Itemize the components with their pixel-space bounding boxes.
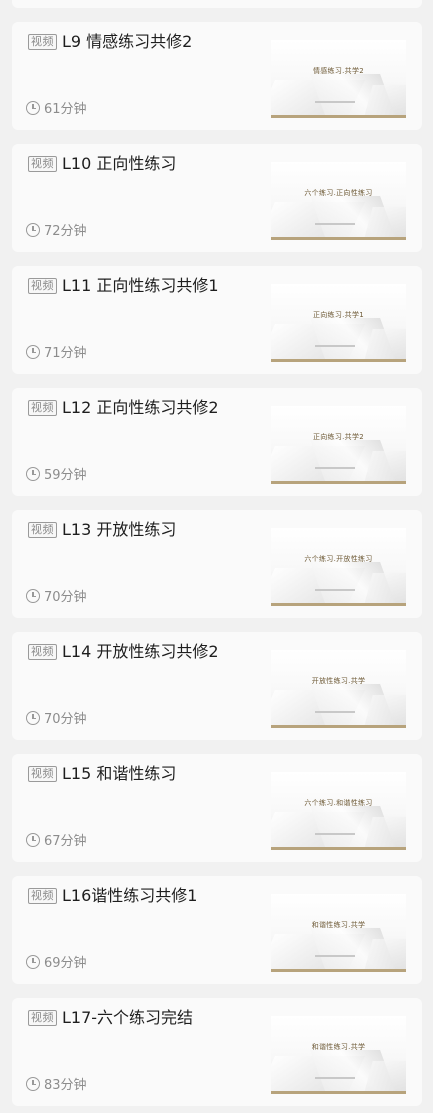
thumbnail-subline — [315, 101, 355, 103]
thumbnail-subline — [315, 223, 355, 225]
lesson-title: L11 正向性练习共修1 — [62, 276, 219, 295]
thumbnail-title: 情感练习.共学2 — [312, 67, 365, 75]
lesson-thumbnail[interactable]: 开放性练习.共学 — [271, 650, 406, 728]
thumbnail-title: 六个练习.和谐性练习 — [304, 799, 373, 807]
clock-icon — [26, 710, 40, 725]
lesson-title: L9 情感练习共修2 — [62, 32, 193, 51]
lesson-thumbnail[interactable]: 六个练习.和谐性练习 — [271, 772, 406, 850]
duration-text: 69分钟 — [44, 956, 87, 971]
thumbnail-title: 和谐性练习.共学 — [311, 1043, 366, 1051]
lesson-card[interactable]: 视频 L14 开放性练习共修2 70分钟 开放性练习.共学 — [12, 632, 422, 740]
clock-icon — [26, 1076, 40, 1091]
video-badge: 视频 — [28, 1010, 57, 1026]
duration-text: 61分钟 — [44, 102, 87, 117]
lesson-duration: 70分钟 — [26, 586, 87, 605]
lesson-duration: 67分钟 — [26, 830, 87, 849]
lesson-thumbnail[interactable]: 和谐性练习.共学 — [271, 1016, 406, 1094]
duration-text: 83分钟 — [44, 1078, 87, 1093]
lesson-duration: 72分钟 — [26, 220, 87, 239]
video-badge: 视频 — [28, 34, 57, 50]
thumbnail-title: 和谐性练习.共学 — [311, 921, 366, 929]
thumbnail-title: 开放性练习.共学 — [311, 677, 366, 685]
lesson-card[interactable]: 视频 L9 情感练习共修2 61分钟 情感练习.共学2 — [12, 22, 422, 130]
lesson-card[interactable]: 视频 L13 开放性练习 70分钟 六个练习.开放性练习 — [12, 510, 422, 618]
lesson-card[interactable]: 视频 L15 和谐性练习 67分钟 六个练习.和谐性练习 — [12, 754, 422, 862]
clock-icon — [26, 100, 40, 115]
clock-icon — [26, 832, 40, 847]
clock-icon — [26, 344, 40, 359]
previous-lesson-card[interactable] — [12, 0, 422, 8]
lesson-card[interactable]: 视频 L17-六个练习完结 83分钟 和谐性练习.共学 — [12, 998, 422, 1106]
lesson-thumbnail[interactable]: 正向练习.共学2 — [271, 406, 406, 484]
duration-text: 70分钟 — [44, 590, 87, 605]
duration-text: 72分钟 — [44, 224, 87, 239]
lesson-title: L17-六个练习完结 — [62, 1008, 194, 1027]
lesson-duration: 83分钟 — [26, 1074, 87, 1093]
lesson-duration: 61分钟 — [26, 98, 87, 117]
video-badge: 视频 — [28, 644, 57, 660]
video-badge: 视频 — [28, 766, 57, 782]
thumbnail-subline — [315, 833, 355, 835]
thumbnail-title: 正向练习.共学1 — [312, 311, 365, 319]
lesson-card[interactable]: 视频 L11 正向性练习共修1 71分钟 正向练习.共学1 — [12, 266, 422, 374]
lesson-card[interactable]: 视频 L10 正向性练习 72分钟 六个练习.正向性练习 — [12, 144, 422, 252]
lesson-thumbnail[interactable]: 正向练习.共学1 — [271, 284, 406, 362]
lesson-card[interactable]: 视频 L16谐性练习共修1 69分钟 和谐性练习.共学 — [12, 876, 422, 984]
thumbnail-title: 六个练习.开放性练习 — [304, 555, 373, 563]
clock-icon — [26, 588, 40, 603]
lesson-title: L15 和谐性练习 — [62, 764, 177, 783]
lesson-thumbnail[interactable]: 和谐性练习.共学 — [271, 894, 406, 972]
clock-icon — [26, 954, 40, 969]
video-badge: 视频 — [28, 400, 57, 416]
duration-text: 59分钟 — [44, 468, 87, 483]
thumbnail-title: 正向练习.共学2 — [312, 433, 365, 441]
duration-text: 67分钟 — [44, 834, 87, 849]
lesson-thumbnail[interactable]: 六个练习.开放性练习 — [271, 528, 406, 606]
lesson-duration: 59分钟 — [26, 464, 87, 483]
thumbnail-title: 六个练习.正向性练习 — [304, 189, 373, 197]
lesson-title: L16谐性练习共修1 — [62, 886, 198, 905]
thumbnail-subline — [315, 711, 355, 713]
lesson-title: L10 正向性练习 — [62, 154, 177, 173]
video-badge: 视频 — [28, 156, 57, 172]
lesson-thumbnail[interactable]: 六个练习.正向性练习 — [271, 162, 406, 240]
lesson-card[interactable]: 视频 L12 正向性练习共修2 59分钟 正向练习.共学2 — [12, 388, 422, 496]
thumbnail-subline — [315, 1077, 355, 1079]
thumbnail-subline — [315, 589, 355, 591]
lesson-title: L12 正向性练习共修2 — [62, 398, 219, 417]
video-badge: 视频 — [28, 522, 57, 538]
lesson-list-page: 视频 L9 情感练习共修2 61分钟 情感练习.共学2 视频 L10 正向性练习… — [0, 0, 433, 1113]
lesson-title: L14 开放性练习共修2 — [62, 642, 219, 661]
lesson-title: L13 开放性练习 — [62, 520, 177, 539]
lesson-duration: 69分钟 — [26, 952, 87, 971]
video-badge: 视频 — [28, 278, 57, 294]
duration-text: 70分钟 — [44, 712, 87, 727]
clock-icon — [26, 222, 40, 237]
thumbnail-subline — [315, 955, 355, 957]
thumbnail-subline — [315, 345, 355, 347]
thumbnail-subline — [315, 467, 355, 469]
duration-text: 71分钟 — [44, 346, 87, 361]
lesson-duration: 71分钟 — [26, 342, 87, 361]
lesson-thumbnail[interactable]: 情感练习.共学2 — [271, 40, 406, 118]
clock-icon — [26, 466, 40, 481]
lesson-duration: 70分钟 — [26, 708, 87, 727]
video-badge: 视频 — [28, 888, 57, 904]
